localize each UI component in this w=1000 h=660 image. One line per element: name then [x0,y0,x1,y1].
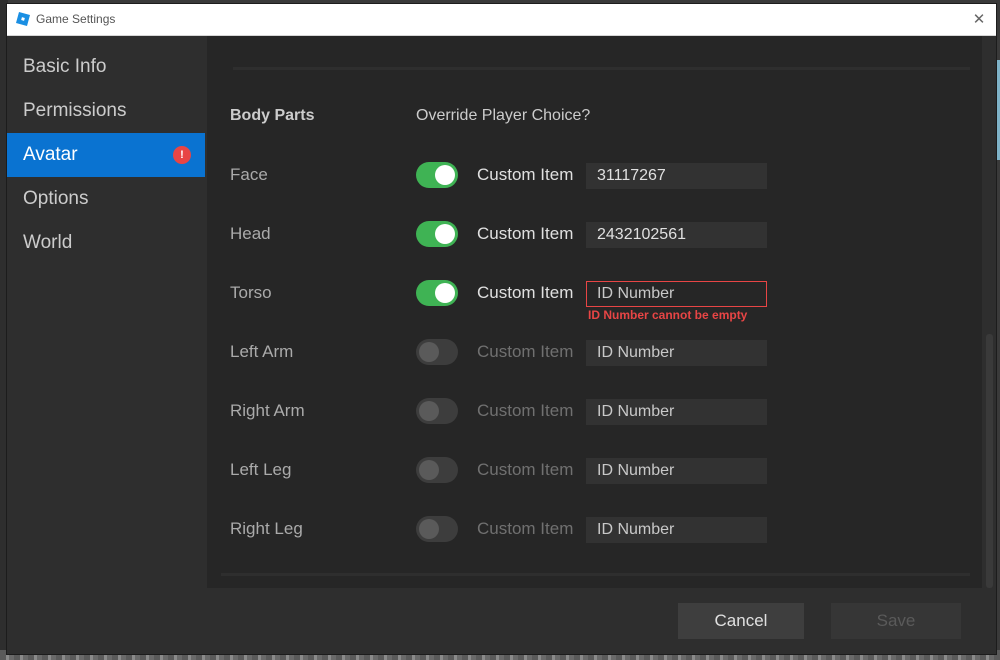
override-toggle-head[interactable] [416,221,458,247]
torso-id-error-message: ID Number cannot be empty [588,308,748,322]
face-id-input[interactable]: 31117267 [586,163,767,189]
sidebar-item-permissions[interactable]: Permissions [7,89,205,133]
custom-item-label: Custom Item [477,283,574,302]
dialog-footer: Cancel Save [7,589,996,654]
save-button[interactable]: Save [831,603,961,639]
custom-item-label: Custom Item [477,342,574,361]
close-icon: ✕ [972,11,986,28]
custom-item-label: Custom Item [477,224,574,243]
toggle-knob [435,165,455,185]
body-part-label: Face [230,165,268,184]
scrollbar-thumb[interactable] [986,334,993,588]
custom-item-label: Custom Item [477,401,574,420]
toggle-knob [419,401,439,421]
cancel-button[interactable]: Cancel [678,603,804,639]
body-part-row-left-arm: Left Arm Custom Item ID Number [207,333,982,373]
sidebar-item-label: World [23,232,73,253]
right-arm-id-input[interactable]: ID Number [586,399,767,425]
toggle-knob [435,283,455,303]
body-part-row-torso: Torso Custom Item ID Number ID Number ca… [207,274,982,322]
override-toggle-left-leg[interactable] [416,457,458,483]
sidebar-item-options[interactable]: Options [7,177,205,221]
override-toggle-face[interactable] [416,162,458,188]
body-part-label: Right Leg [230,519,303,538]
body-part-label: Head [230,224,271,243]
torso-id-input[interactable]: ID Number [586,281,767,307]
toggle-knob [435,224,455,244]
game-settings-dialog: Game Settings ✕ Basic Info Permissions A… [7,4,996,654]
head-id-input[interactable]: 2432102561 [586,222,767,248]
sidebar-item-label: Basic Info [23,56,107,77]
roblox-studio-icon [16,12,30,26]
body-part-row-head: Head Custom Item 2432102561 [207,215,982,255]
body-part-row-right-arm: Right Arm Custom Item ID Number [207,392,982,432]
override-header: Override Player Choice? [416,107,591,124]
left-leg-id-input[interactable]: ID Number [586,458,767,484]
sidebar-item-label: Avatar [23,144,78,165]
body-parts-header: Body Parts [230,107,315,124]
section-divider [221,573,970,576]
section-divider [233,67,970,70]
body-part-label: Left Leg [230,460,292,479]
sidebar-item-basic-info[interactable]: Basic Info [7,45,205,89]
custom-item-label: Custom Item [477,165,574,184]
sidebar-item-avatar[interactable]: Avatar ! [7,133,205,177]
override-toggle-torso[interactable] [416,280,458,306]
body-part-row-face: Face Custom Item 31117267 [207,156,982,196]
override-toggle-left-arm[interactable] [416,339,458,365]
toggle-knob [419,342,439,362]
custom-item-label: Custom Item [477,519,574,538]
sidebar-item-label: Options [23,188,89,209]
body-part-label: Right Arm [230,401,305,420]
avatar-settings-panel: Body Parts Override Player Choice? Face … [207,36,982,588]
body-part-label: Left Arm [230,342,294,361]
sidebar-item-world[interactable]: World [7,221,205,265]
body-part-row-right-leg: Right Leg Custom Item ID Number [207,510,982,550]
override-toggle-right-arm[interactable] [416,398,458,424]
toggle-knob [419,460,439,480]
left-arm-id-input[interactable]: ID Number [586,340,767,366]
body-part-label: Torso [230,283,272,302]
override-toggle-right-leg[interactable] [416,516,458,542]
right-leg-id-input[interactable]: ID Number [586,517,767,543]
close-button[interactable]: ✕ [968,9,990,31]
title-bar: Game Settings ✕ [7,4,996,36]
error-badge-icon: ! [173,146,191,164]
body-part-row-left-leg: Left Leg Custom Item ID Number [207,451,982,491]
sidebar-item-label: Permissions [23,100,127,121]
background-app-accent [996,60,1000,160]
window-title: Game Settings [36,12,116,26]
settings-sidebar: Basic Info Permissions Avatar ! Options … [7,36,205,588]
custom-item-label: Custom Item [477,460,574,479]
toggle-knob [419,519,439,539]
